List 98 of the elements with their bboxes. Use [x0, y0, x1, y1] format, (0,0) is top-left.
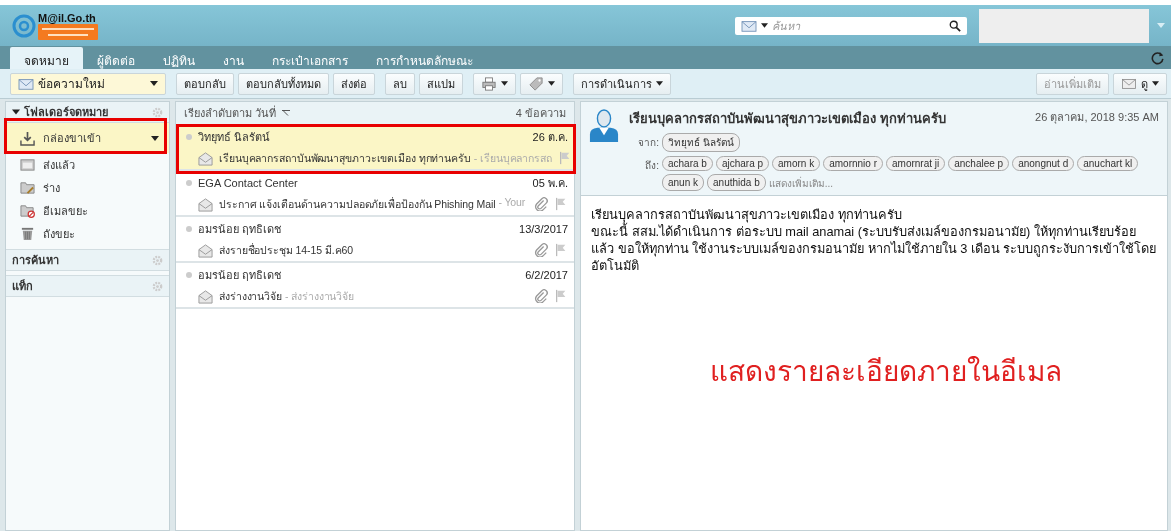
toolbar-button[interactable]: สแปม	[419, 72, 463, 95]
contact-chip[interactable]: anun k	[662, 174, 705, 191]
message-preview: - เรียนบุคลากรสถ	[473, 150, 552, 167]
contact-chip[interactable]: ajchara p	[715, 156, 770, 171]
folder-item[interactable]: ถังขยะ	[6, 222, 169, 245]
tag-icon	[528, 76, 544, 91]
caret-icon	[501, 81, 508, 86]
folder-item[interactable]: ส่งแล้ว	[6, 153, 169, 176]
envelope-icon	[198, 196, 213, 212]
search-icon	[949, 19, 961, 32]
email-subject: เรียนบุคลากรสถาบันพัฒนาสุขภาวะเขตเมือง ทุกท่านครับ	[629, 110, 947, 129]
contact-chip[interactable]: anuthida b	[707, 174, 766, 191]
email-body-text: เรียนบุคลากรสถาบันพัฒนาสุขภาวะเขตเมือง ทุกท่านครับ	[591, 206, 903, 223]
caret-icon	[150, 81, 158, 86]
message-date: 6/2/2017	[525, 268, 568, 281]
toolbar-button[interactable]: ตอบกลับทั้งหมด	[238, 72, 329, 95]
unread-dot-icon	[186, 271, 192, 278]
message-subject: เรียนบุคลากรสถาบันพัฒนาสุขภาวะเขตเมือง ทุกท่านครับ	[219, 150, 471, 167]
message-preview: - Your	[498, 195, 526, 210]
print-button[interactable]	[473, 72, 516, 95]
message-subject: ส่งร่างงานวิจัย	[219, 288, 282, 304]
toolbar-button[interactable]: ตอบกลับ	[176, 72, 234, 95]
envelope-icon	[198, 288, 213, 304]
envelope-icon	[18, 76, 34, 91]
envelope-icon	[741, 18, 757, 33]
to-label: ถึง:	[644, 159, 659, 173]
message-item[interactable]: อมรน้อย ฤทธิเดช 6/2/2017 ส่งร่างงานวิจัย - ส่งร่างงานวิจัย	[176, 263, 574, 309]
message-item[interactable]: วิทยุทธ์ นิลรัตน์ 26 ต.ค. เรียนบุคลากรสถาบันพัฒนาสุขภาวะเขตเมือง ทุกท่านครับ - เรียนบุคลากรสถ	[176, 125, 574, 171]
annotation-text: แสดงรายละเอียดภายในอีเมล	[710, 355, 1062, 389]
sort-icon[interactable]	[282, 110, 291, 116]
caret-icon	[656, 81, 663, 86]
caret-icon	[761, 23, 768, 28]
message-subject: ส่งรายชื่อประชุม 14-15 มี.ค60	[219, 242, 353, 259]
flag-icon[interactable]	[554, 197, 568, 211]
contact-chip[interactable]: amornrat ji	[886, 156, 946, 171]
new-message-button[interactable]: ข้อความใหม่	[10, 72, 166, 95]
gear-icon[interactable]	[152, 280, 163, 292]
message-date: 26 ต.ค.	[532, 129, 568, 145]
printer-icon	[481, 76, 497, 91]
flag-icon[interactable]	[557, 151, 572, 165]
email-body-text: ขณะนี้ สสม.ได้ดำเนินการ ต่อระบบ mail anamai (ระบบรับส่งเมล์ของกรมอนามัย) ให้ทุกท่านเรียบร้อยแล้ว ขอให้ทุกท่าน ใช้งานระบบเมล์ของกรมอนามัย หากไม่ใช้ภายใน 3 เดือน ระบบถูกระงับการเข้าใช้โดยอัตโนมัติ	[591, 223, 1157, 274]
message-date: 05 พ.ค.	[532, 175, 568, 191]
message-sender: อมรน้อย ฤทธิเดช	[198, 267, 283, 283]
toolbar-button[interactable]: ส่งต่อ	[333, 72, 375, 95]
flag-icon[interactable]	[554, 289, 568, 303]
folder-item[interactable]: อีเมลขยะ	[6, 199, 169, 222]
inbox-icon	[20, 130, 35, 146]
tag-button[interactable]	[520, 72, 563, 95]
logo-badge-drawing	[38, 23, 98, 40]
sort-menu[interactable]: เรียงลำดับตาม วันที่	[184, 104, 277, 122]
envelope-icon	[198, 242, 213, 258]
message-sender: อมรน้อย ฤทธิเดช	[198, 221, 283, 237]
unread-dot-icon	[186, 133, 192, 140]
gear-icon[interactable]	[152, 106, 163, 118]
envelope-icon	[198, 150, 213, 166]
from-label: จาก:	[637, 136, 659, 150]
message-item[interactable]: EGA Contact Center 05 พ.ค. ประกาศ แจ้งเตือนด้านความปลอดภัยเพื่อป้องกัน Phishing Mail - Your	[176, 171, 574, 217]
folder-icon	[20, 203, 35, 218]
message-item[interactable]: อมรน้อย ฤทธิเดช 13/3/2017 ส่งรายชื่อประชุม 14-15 มี.ค60	[176, 217, 574, 263]
person-icon	[589, 108, 619, 142]
message-sender: วิทยุทธ์ นิลรัตน์	[198, 129, 272, 146]
refresh-icon[interactable]	[1151, 50, 1165, 65]
contact-chip[interactable]: amornnio r	[823, 156, 883, 171]
mail-tab[interactable]: จดหมาย	[10, 47, 83, 69]
contact-chip[interactable]: achara b	[662, 156, 713, 171]
contact-chip[interactable]: วิทยุทธ์ นิลรัตน์	[662, 133, 740, 152]
folder-item[interactable]: กล่องขาเข้า	[6, 123, 169, 153]
contact-chip[interactable]: anuchart kl	[1077, 156, 1139, 171]
contact-chip[interactable]: amorn k	[772, 156, 821, 171]
unread-dot-icon	[186, 225, 192, 232]
message-subject: ประกาศ แจ้งเตือนด้านความปลอดภัยเพื่อป้องกัน Phishing Mail	[219, 196, 496, 212]
folder-icon	[20, 157, 35, 172]
caret-icon	[548, 81, 555, 86]
logo-text: M@il.Go.th	[38, 11, 97, 24]
contact-chip[interactable]: anongnut d	[1012, 156, 1075, 171]
actions-menu-button[interactable]: การดำเนินการ	[573, 72, 671, 95]
caret-icon	[1152, 81, 1159, 86]
toolbar-button[interactable]: ลบ	[385, 72, 415, 95]
trash-icon	[20, 226, 35, 241]
unread-dot-icon	[186, 179, 192, 186]
email-date: 26 ตุลาคม, 2018 9:35 AM	[1035, 110, 1159, 126]
message-count: 4 ข้อความ	[515, 106, 566, 121]
caret-icon[interactable]	[1157, 23, 1165, 28]
flag-icon[interactable]	[554, 243, 568, 257]
gear-icon[interactable]	[152, 254, 163, 266]
view-menu-button[interactable]: ดู	[1113, 72, 1167, 95]
message-date: 13/3/2017	[519, 222, 568, 235]
message-sender: EGA Contact Center	[198, 176, 299, 189]
folder-item[interactable]: ร่าง	[6, 176, 169, 199]
caret-icon	[151, 135, 159, 141]
message-preview: - ส่งร่างงานวิจัย	[284, 288, 355, 304]
contact-chip[interactable]: anchalee p	[948, 156, 1010, 171]
folder-icon	[20, 180, 35, 195]
caret-icon	[12, 109, 20, 115]
envelope-icon	[1121, 77, 1137, 90]
account-box[interactable]	[979, 8, 1149, 43]
section-header[interactable]: การค้นหา	[6, 249, 169, 271]
section-header[interactable]: แท็ก	[6, 275, 169, 297]
